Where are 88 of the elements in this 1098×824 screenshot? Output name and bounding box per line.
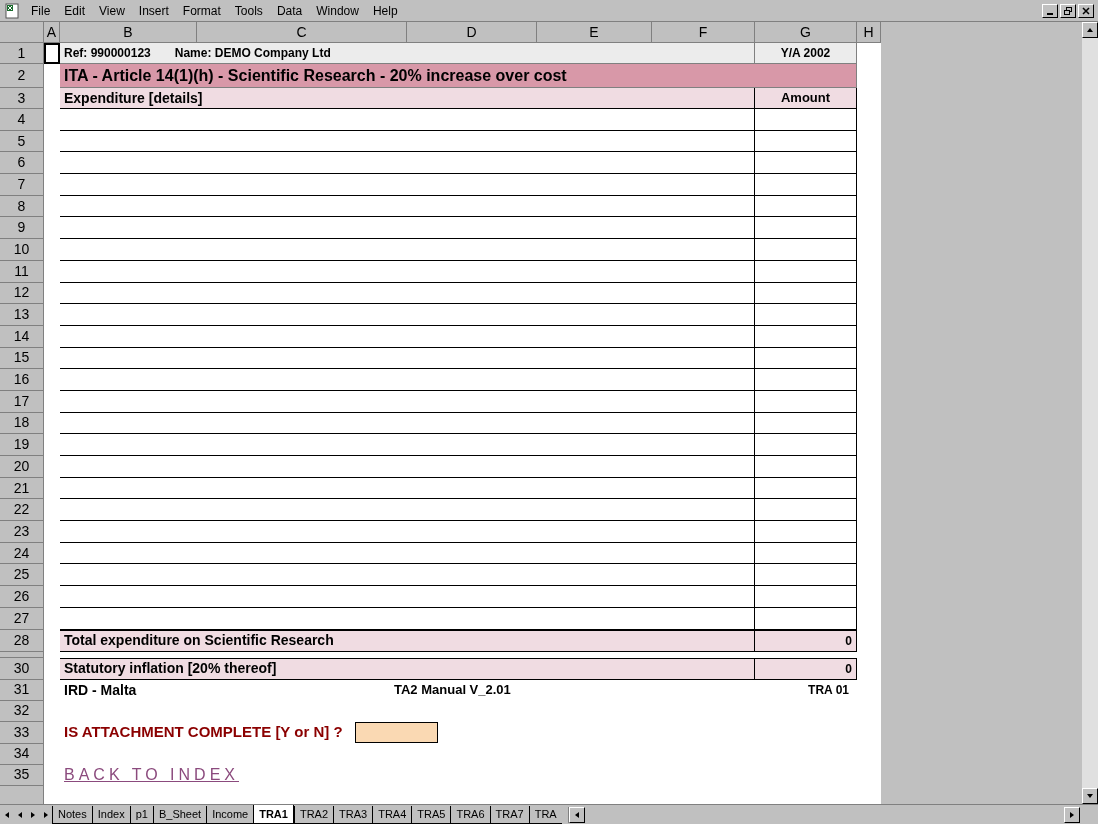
amount-cell[interactable] [755, 109, 857, 131]
sheet-tab[interactable]: Notes [52, 806, 92, 824]
next-sheet-icon [28, 810, 37, 819]
sheet-title: ITA - Article 14(1)(h) - Scientific Research - 20% increase over cost [60, 64, 857, 88]
amount-cell[interactable] [755, 195, 857, 218]
sheet-tab[interactable]: TRA3 [333, 806, 373, 824]
sheet-tab[interactable]: TRA [528, 806, 562, 824]
sheet-tab[interactable]: TRA4 [372, 806, 412, 824]
label-cell: Statutory inflation [20% thereof] [60, 657, 755, 680]
column-header[interactable]: H [857, 22, 881, 43]
amount-cell[interactable] [755, 564, 857, 587]
row-number[interactable]: 8 [17, 195, 26, 217]
menu-item[interactable]: Window [313, 1, 362, 20]
restore-button[interactable] [1060, 3, 1076, 18]
menu-item[interactable]: Data [273, 1, 306, 20]
column-header[interactable]: A [44, 22, 60, 43]
amount-cell[interactable] [755, 174, 857, 196]
minimize-button[interactable] [1042, 3, 1058, 18]
sheet-tab[interactable]: TRA2 [293, 806, 334, 824]
footer-text: TA2 Manual V_2.01 [394, 681, 512, 700]
menu-item[interactable]: Insert [135, 1, 172, 20]
column-header[interactable]: G [755, 22, 857, 43]
year-cell: Y/A 2002 [755, 43, 857, 64]
menu-item[interactable]: Format [179, 1, 224, 20]
amount-cell[interactable] [755, 239, 857, 261]
footer-text: TRA 01 [807, 682, 850, 699]
column-header[interactable]: D [407, 22, 537, 43]
scroll-down-icon [1086, 792, 1094, 800]
sheet-tab[interactable]: TRA7 [489, 806, 529, 824]
column-header[interactable]: E [537, 22, 652, 43]
answer-field[interactable] [354, 722, 438, 743]
amount-cell[interactable] [755, 521, 857, 543]
footer-text: IRD - Malta [64, 680, 138, 700]
menu-item[interactable]: Help [369, 1, 401, 20]
amount-cell[interactable] [755, 325, 857, 348]
active-cell[interactable] [44, 43, 60, 64]
amount-cell[interactable] [755, 607, 857, 630]
row-number[interactable]: 5 [17, 130, 26, 152]
sheet-tab[interactable]: TRA1 [253, 805, 294, 824]
amount-cell[interactable] [755, 542, 857, 565]
amount-cell[interactable] [755, 369, 857, 391]
row-number[interactable]: 9 [17, 217, 26, 239]
menu-item[interactable]: Edit [61, 1, 89, 20]
amount-cell[interactable] [755, 152, 857, 175]
close-button[interactable] [1078, 3, 1094, 18]
amount-cell: 0 [755, 657, 857, 680]
label-cell: Expenditure [details] [60, 88, 755, 109]
restore-icon [1064, 6, 1072, 15]
reference-number: Ref: 990000123 [64, 45, 151, 62]
row-number[interactable]: 6 [17, 152, 26, 174]
amount-cell[interactable] [755, 347, 857, 370]
amount-cell[interactable] [755, 586, 857, 608]
sheet-tab[interactable]: p1 [129, 806, 153, 824]
spreadsheet-app-icon[interactable] [4, 2, 20, 19]
amount-cell[interactable] [755, 282, 857, 305]
amount-cell[interactable] [755, 390, 857, 413]
scroll-right-icon [1068, 810, 1076, 819]
menu-item[interactable]: View [96, 1, 128, 20]
column-header[interactable]: C [197, 22, 407, 43]
amount-cell[interactable] [755, 130, 857, 153]
amount-cell[interactable] [755, 477, 857, 500]
column-header[interactable]: B [60, 22, 197, 43]
amount-cell[interactable] [755, 456, 857, 478]
scroll-up-icon [1086, 26, 1094, 34]
amount-cell[interactable] [755, 217, 857, 240]
amount-cell[interactable] [755, 260, 857, 283]
back-to-index-link[interactable]: BACK TO INDEX [64, 763, 239, 787]
amount-cell[interactable] [755, 499, 857, 522]
amount-cell: Amount [755, 88, 857, 109]
question-text: IS ATTACHMENT COMPLETE [Y or N] ? [64, 722, 343, 743]
company-name: Name: DEMO Company Ltd [174, 45, 331, 62]
sheet-tab[interactable]: B_Sheet [152, 806, 207, 824]
amount-cell[interactable] [755, 304, 857, 326]
column-header[interactable]: F [652, 22, 755, 43]
menu-item[interactable]: Tools [231, 1, 266, 20]
amount-cell[interactable] [755, 412, 857, 435]
amount-cell: 0 [755, 629, 857, 652]
sheet-tab[interactable]: Index [91, 806, 130, 824]
close-icon [1082, 6, 1090, 15]
row-number[interactable]: 2 [17, 65, 26, 86]
minimize-icon [1047, 12, 1053, 15]
sheet-tab[interactable]: TRA6 [450, 806, 490, 824]
menu-item[interactable]: File [28, 1, 54, 20]
amount-cell[interactable] [755, 434, 857, 456]
sheet-tab[interactable]: Income [206, 806, 254, 824]
label-cell: Total expenditure on Scientific Research [60, 629, 755, 652]
last-sheet-icon [41, 810, 50, 819]
sheet-tab[interactable]: TRA5 [411, 806, 451, 824]
